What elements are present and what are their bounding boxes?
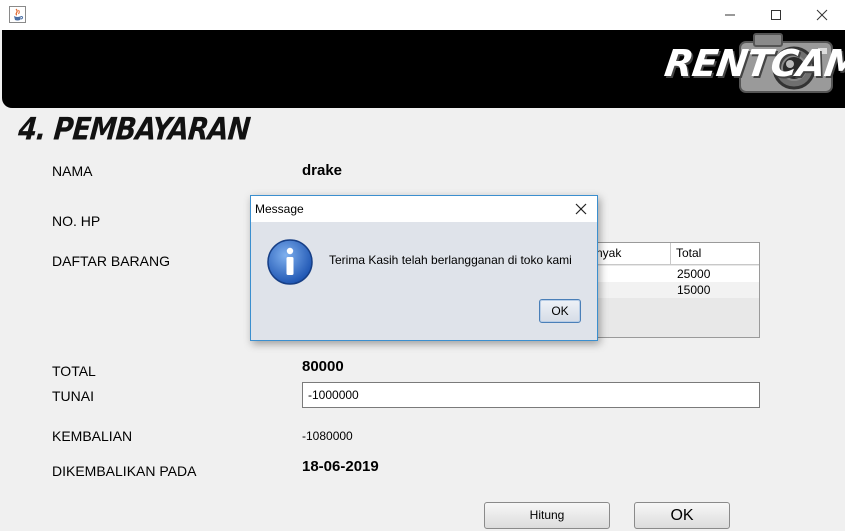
- maximize-button[interactable]: [753, 0, 799, 30]
- total-label: TOTAL: [52, 363, 96, 379]
- kembalian-value: -1080000: [302, 429, 353, 443]
- dikembalikan-label: DIKEMBALIKAN PADA: [52, 463, 197, 479]
- close-window-button[interactable]: [799, 0, 845, 30]
- info-icon: [267, 239, 313, 285]
- minimize-button[interactable]: [707, 0, 753, 30]
- logo-text: RENTCAM: [661, 42, 845, 85]
- dialog-body: Terima Kasih telah berlangganan di toko …: [251, 222, 597, 340]
- java-cup-icon: [9, 6, 26, 23]
- ok-button[interactable]: OK: [634, 502, 730, 529]
- dialog-close-button[interactable]: [569, 199, 593, 219]
- dialog-message: Terima Kasih telah berlangganan di toko …: [329, 253, 572, 267]
- table-cell-total: 15000: [677, 283, 711, 297]
- nohp-label: NO. HP: [52, 213, 101, 229]
- hitung-button[interactable]: Hitung: [484, 502, 610, 529]
- dialog-ok-button[interactable]: OK: [539, 299, 581, 323]
- dialog-titlebar[interactable]: Message: [251, 196, 597, 222]
- maximize-icon: [771, 10, 781, 20]
- header-banner: RENTCAM: [2, 30, 845, 108]
- dikembalikan-value: 18-06-2019: [302, 458, 379, 475]
- page-title: 4. PEMBAYARAN: [16, 112, 252, 148]
- dialog-title: Message: [255, 202, 304, 216]
- minimize-icon: [725, 14, 735, 16]
- total-value: 80000: [302, 358, 344, 375]
- tunai-label: TUNAI: [52, 388, 94, 404]
- column-header-banyak[interactable]: nyak: [591, 243, 671, 264]
- daftar-barang-label: DAFTAR BARANG: [52, 253, 170, 269]
- table-cell-total: 25000: [677, 267, 711, 281]
- column-header-total[interactable]: Total: [671, 243, 759, 264]
- nama-value: drake: [302, 162, 343, 179]
- close-icon: [575, 203, 587, 215]
- kembalian-label: KEMBALIAN: [52, 428, 133, 444]
- window-titlebar: [0, 0, 845, 30]
- message-dialog: Message Terima Kasih telah berlangganan …: [250, 195, 598, 341]
- nama-label: NAMA: [52, 163, 93, 179]
- close-icon: [816, 9, 828, 21]
- tunai-input[interactable]: -1000000: [302, 382, 760, 408]
